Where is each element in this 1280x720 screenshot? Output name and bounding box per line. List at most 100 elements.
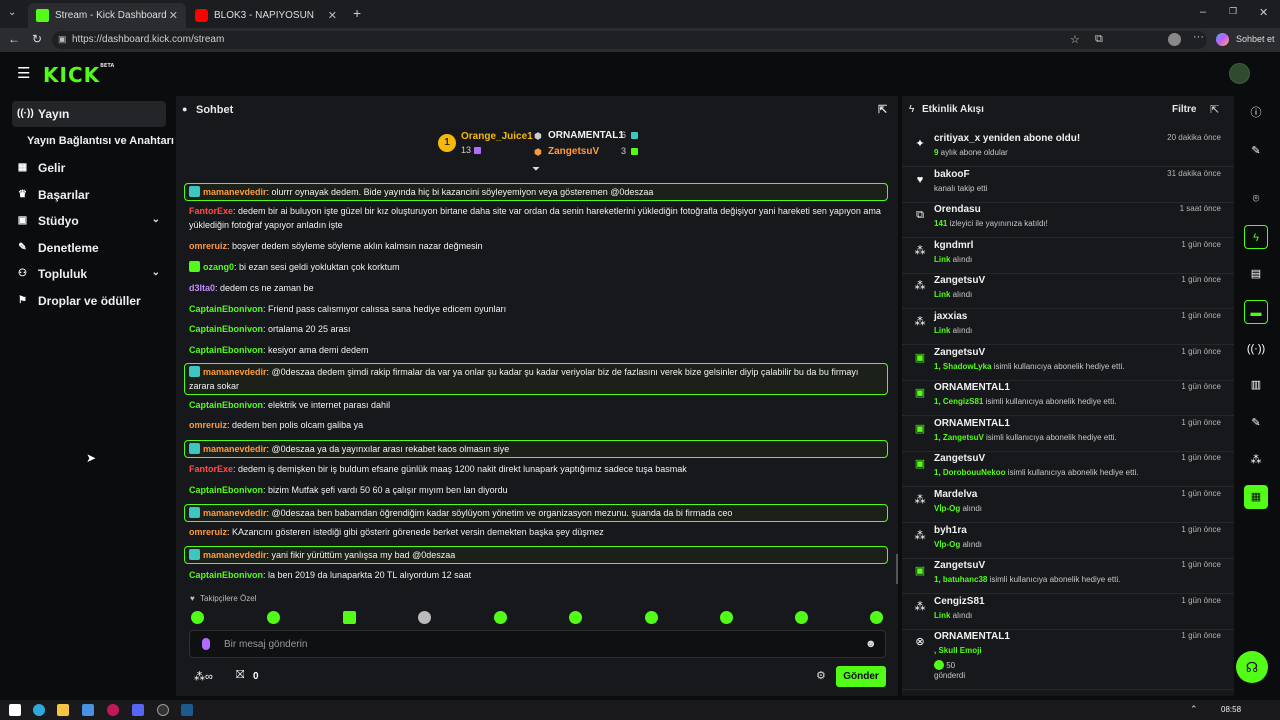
activity-event[interactable]: ⁂ kgndmrl 1 gün önce Link alındı bbox=[902, 239, 1234, 274]
activity-event[interactable]: ▣ ORNAMENTAL1 1 gün önce 1, CengizS81 isiml… bbox=[902, 381, 1234, 417]
emote-icon[interactable] bbox=[795, 611, 808, 624]
emote-icon[interactable] bbox=[569, 611, 582, 624]
sidebar-item-topluluk[interactable]: ⚇ Topluluk ⌄ bbox=[12, 261, 166, 287]
profile-avatar[interactable] bbox=[1168, 33, 1181, 46]
tab-kick-dashboard[interactable]: Stream - Kick Dashboard ✕ bbox=[28, 3, 186, 28]
steam-icon[interactable] bbox=[181, 704, 193, 716]
sidebar-item-denetleme[interactable]: ✎ Denetleme bbox=[12, 235, 166, 261]
channel-points-icon[interactable]: ⁂∞ bbox=[194, 670, 213, 683]
close-tab-icon[interactable]: ✕ bbox=[169, 9, 178, 22]
activity-event[interactable]: ▣ ORNAMENTAL1 1 gün önce 1, ZangetsuV isiml… bbox=[902, 417, 1234, 452]
notes-icon[interactable]: ▤ bbox=[1244, 262, 1268, 286]
sidebar-item-gelir[interactable]: ▦ Gelir bbox=[12, 155, 166, 181]
event-username[interactable]: kgndmrl bbox=[934, 240, 973, 251]
app-icon[interactable] bbox=[82, 704, 94, 716]
chat-username[interactable]: mamanevdedir bbox=[203, 187, 267, 197]
activity-event[interactable]: ⧉ Orendasu 1 saat önce 141 izleyici ile yay… bbox=[902, 203, 1234, 239]
reload-icon[interactable]: ↻ bbox=[32, 32, 42, 46]
event-username[interactable]: ZangetsuV bbox=[934, 453, 985, 464]
maximize-icon[interactable]: ❐ bbox=[1229, 6, 1237, 17]
gift-box-icon[interactable]: ⛝ bbox=[236, 669, 244, 682]
activity-event[interactable]: ⁂ ZangetsuV 1 gün önce Link alındı bbox=[902, 274, 1234, 310]
activity-event[interactable]: ▣ ZangetsuV 1 gün önce 1, DorobouuNekoo isi… bbox=[902, 452, 1234, 488]
popout-icon[interactable]: ⇱ bbox=[878, 103, 887, 116]
copilot-icon[interactable] bbox=[1216, 33, 1229, 46]
obs-icon[interactable] bbox=[157, 704, 169, 716]
leaderboard-first-name[interactable]: Orange_Juice1 bbox=[461, 131, 533, 142]
discord-icon[interactable] bbox=[132, 704, 144, 716]
activity-event[interactable]: ✦ critiyax_x yeniden abone oldu! 20 dakika… bbox=[902, 132, 1234, 167]
emote-icon[interactable] bbox=[418, 611, 431, 624]
chat-username[interactable]: mamanevdedir bbox=[203, 444, 267, 454]
chat-username[interactable]: FantorExe bbox=[189, 464, 233, 474]
emote-icon[interactable] bbox=[645, 611, 658, 624]
send-button[interactable]: Gönder bbox=[836, 666, 886, 687]
extensions-icon[interactable]: ⧉ bbox=[1095, 33, 1103, 46]
new-tab-icon[interactable]: + bbox=[353, 5, 361, 21]
event-username[interactable]: critiyax_x yeniden abone oldu! bbox=[934, 133, 1080, 144]
wrench-icon[interactable]: ✎ bbox=[1244, 411, 1268, 435]
event-username[interactable]: byh1ra bbox=[934, 525, 967, 536]
sidebar-item-stream-key[interactable]: Yayın Bağlantısı ve Anahtarı bbox=[12, 128, 174, 154]
start-icon[interactable] bbox=[9, 704, 21, 716]
activity-event[interactable]: ⁂ CengizS81 1 gün önce Link alındı bbox=[902, 595, 1234, 630]
event-username[interactable]: Mardelva bbox=[934, 489, 977, 500]
event-username[interactable]: Orendasu bbox=[934, 204, 981, 215]
favorites-star-icon[interactable]: ☆ bbox=[1070, 33, 1080, 46]
close-window-icon[interactable]: ✕ bbox=[1259, 6, 1268, 19]
popout-icon[interactable]: ⇱ bbox=[1210, 103, 1219, 116]
hamburger-menu-icon[interactable]: ☰ bbox=[17, 64, 30, 82]
event-username[interactable]: ORNAMENTAL1 bbox=[934, 382, 1010, 393]
chat-username[interactable]: omreruiz bbox=[189, 420, 227, 430]
tab-youtube[interactable]: BLOK3 - NAPIYOSUN MESELA ✕ bbox=[187, 3, 345, 28]
filter-button[interactable]: Filtre bbox=[1172, 104, 1196, 115]
chat-toggle-icon[interactable]: ▬ bbox=[1244, 300, 1268, 324]
emote-icon[interactable] bbox=[870, 611, 883, 624]
broadcast-icon[interactable]: ((·)) bbox=[1244, 337, 1268, 361]
activity-feed-toggle-icon[interactable]: ϟ bbox=[1244, 225, 1268, 249]
app-icon[interactable] bbox=[107, 704, 119, 716]
capture-icon[interactable]: ⌾ bbox=[1244, 187, 1268, 211]
chat-username[interactable]: omreruiz bbox=[189, 241, 227, 251]
activity-event[interactable]: ▣ ZangetsuV 1 gün önce 1, batuhanc38 isimli… bbox=[902, 559, 1234, 595]
chat-username[interactable]: FantorExe bbox=[189, 206, 233, 216]
support-headset-icon[interactable]: ☊ bbox=[1236, 651, 1268, 683]
event-username[interactable]: bakooF bbox=[934, 169, 970, 180]
event-username[interactable]: CengizS81 bbox=[934, 596, 985, 607]
microphone-icon[interactable] bbox=[202, 638, 210, 650]
url-field[interactable]: ▣ https://dashboard.kick.com/stream bbox=[52, 31, 1207, 49]
channel-points-icon[interactable]: ⁂ bbox=[1244, 448, 1268, 472]
kick-logo[interactable]: KICKBETA bbox=[43, 63, 114, 87]
sidebar-item-studyo[interactable]: ▣ Stüdyo ⌄ bbox=[12, 208, 166, 234]
leaderboard-second-name[interactable]: ORNAMENTAL1 bbox=[548, 130, 624, 141]
copilot-label[interactable]: Sohbet et bbox=[1236, 34, 1275, 44]
chat-username[interactable]: CaptainEbonivon bbox=[189, 345, 263, 355]
file-explorer-icon[interactable] bbox=[57, 704, 69, 716]
minimize-icon[interactable]: – bbox=[1200, 6, 1206, 18]
chat-username[interactable]: omreruiz bbox=[189, 527, 227, 537]
event-username[interactable]: ORNAMENTAL1 bbox=[934, 418, 1010, 429]
chat-settings-gear-icon[interactable]: ⚙ bbox=[816, 669, 826, 682]
chat-username[interactable]: d3lta0 bbox=[189, 283, 215, 293]
activity-event[interactable]: ♥ bakooF 31 dakika önce kanalı takip etti bbox=[902, 168, 1234, 203]
info-icon[interactable]: ⓘ bbox=[1244, 101, 1268, 125]
close-tab-icon[interactable]: ✕ bbox=[328, 9, 337, 22]
chat-username[interactable]: CaptainEbonivon bbox=[189, 400, 263, 410]
activity-event[interactable]: ⁂ jaxxias 1 gün önce Link alındı bbox=[902, 310, 1234, 345]
chevron-down-icon[interactable]: ⌄ bbox=[152, 267, 160, 278]
tab-list-chevron-icon[interactable]: ⌄ bbox=[8, 7, 16, 18]
expand-leaderboard-icon[interactable]: ⏷ bbox=[532, 164, 540, 175]
more-menu-icon[interactable]: ··· bbox=[1193, 31, 1204, 43]
chat-username[interactable]: mamanevdedir bbox=[203, 550, 267, 560]
emote-icon[interactable] bbox=[191, 611, 204, 624]
sidebar-item-droplar[interactable]: ⚑ Droplar ve ödüller bbox=[12, 288, 166, 314]
chat-username[interactable]: CaptainEbonivon bbox=[189, 304, 263, 314]
emote-icon[interactable] bbox=[720, 611, 733, 624]
chat-username[interactable]: CaptainEbonivon bbox=[189, 570, 263, 580]
chat-username[interactable]: ozang0 bbox=[203, 262, 234, 272]
back-icon[interactable]: ← bbox=[8, 32, 20, 46]
leaderboard-third-name[interactable]: ZangetsuV bbox=[548, 146, 599, 157]
sidebar-item-yayin[interactable]: ((·)) Yayın bbox=[12, 101, 166, 127]
event-username[interactable]: ZangetsuV bbox=[934, 560, 985, 571]
chat-username[interactable]: CaptainEbonivon bbox=[189, 485, 263, 495]
